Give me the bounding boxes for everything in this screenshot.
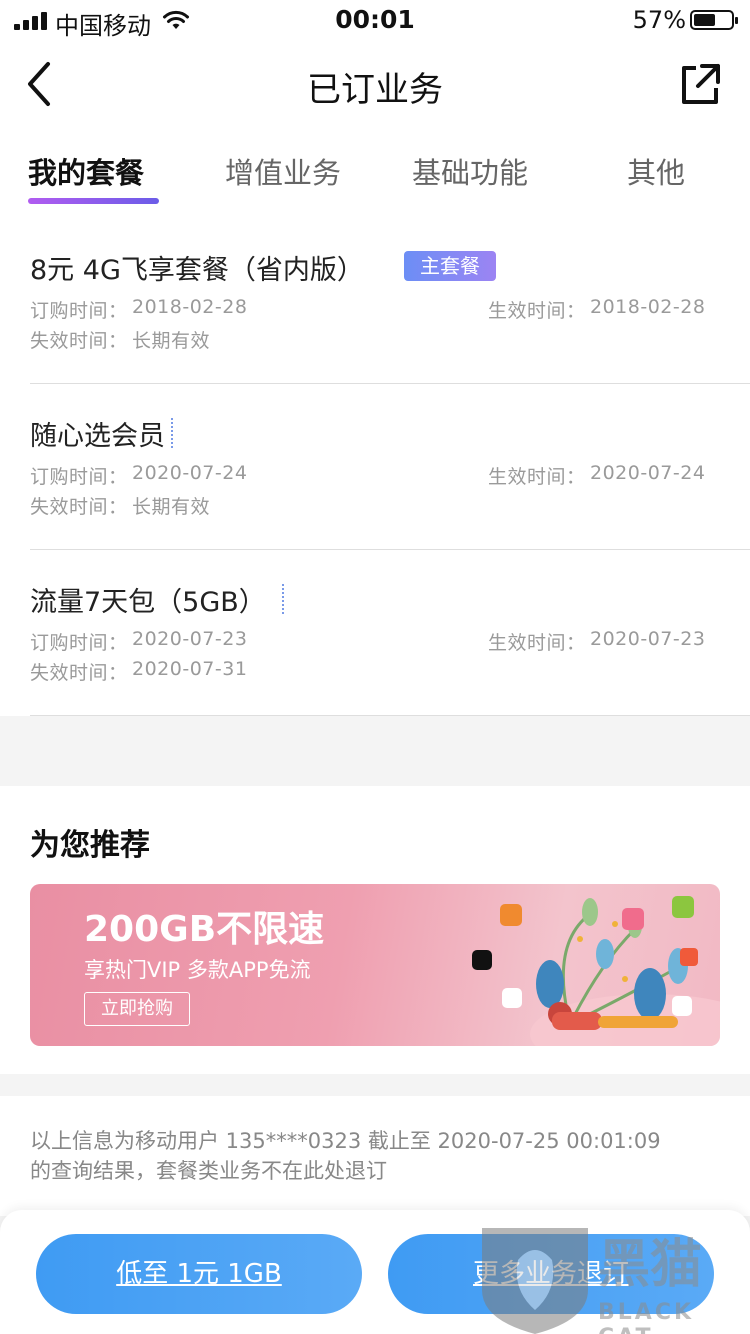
tab-other[interactable]: 其他	[627, 150, 685, 192]
battery-icon	[690, 10, 738, 30]
effective-label: 生效时间：	[488, 632, 586, 654]
expire-date: 2020-07-31	[132, 658, 248, 680]
subscription-list: 8元 4G飞享套餐（省内版） 主套餐 订购时间： 2018-02-28 生效时间…	[0, 218, 750, 716]
expire-label: 失效时间：	[30, 662, 128, 684]
buy-now-button[interactable]: 立即抢购	[84, 992, 190, 1026]
recommend-section: 为您推荐 200GB不限速 享热门VIP 多款APP免流 立即抢购	[0, 786, 750, 1074]
text-cursor	[171, 418, 173, 448]
item-name: 流量7天包（5GB）	[30, 587, 266, 618]
battery-percent: 57%	[632, 6, 686, 34]
effective-label: 生效时间：	[488, 466, 586, 488]
effective-date: 2020-07-23	[590, 628, 706, 650]
promo-banner[interactable]: 200GB不限速 享热门VIP 多款APP免流 立即抢购	[30, 884, 720, 1046]
watermark-subtext: BLACK CAT	[598, 1300, 695, 1334]
query-note-section: 以上信息为移动用户 135****0323 截止至 2020-07-25 00:…	[0, 1096, 750, 1216]
page-title: 已订业务	[307, 70, 443, 110]
effective-label: 生效时间：	[488, 300, 586, 322]
recommend-title: 为您推荐	[30, 828, 150, 863]
list-item[interactable]: 流量7天包（5GB） 订购时间： 2020-07-23 生效时间： 2020-0…	[30, 550, 750, 716]
watermark-text: 黑猫	[598, 1235, 703, 1295]
item-name: 8元 4G飞享套餐（省内版）	[30, 255, 364, 286]
banner-illustration	[472, 896, 720, 1046]
order-label: 订购时间：	[30, 466, 128, 488]
expire-date: 长期有效	[132, 496, 211, 518]
banner-headline: 200GB不限速	[84, 909, 325, 950]
status-bar: 中国移动 00:01 57%	[0, 0, 750, 40]
tab-basic-functions[interactable]: 基础功能	[412, 150, 528, 192]
order-date: 2018-02-28	[132, 296, 248, 318]
list-item[interactable]: 随心选会员 订购时间： 2020-07-24 生效时间： 2020-07-24 …	[30, 384, 750, 550]
effective-date: 2018-02-28	[590, 296, 706, 318]
query-note: 以上信息为移动用户 135****0323 截止至 2020-07-25 00:…	[30, 1129, 661, 1183]
cheap-data-button[interactable]: 低至 1元 1GB	[36, 1234, 362, 1314]
expire-label: 失效时间：	[30, 496, 128, 518]
main-plan-badge: 主套餐	[404, 251, 496, 281]
order-date: 2020-07-24	[132, 462, 248, 484]
expire-date: 长期有效	[132, 330, 211, 352]
tab-value-added[interactable]: 增值业务	[225, 150, 341, 192]
effective-date: 2020-07-24	[590, 462, 706, 484]
banner-subline: 享热门VIP 多款APP免流	[84, 958, 311, 982]
active-tab-indicator	[28, 198, 159, 204]
tab-my-plan[interactable]: 我的套餐	[28, 150, 144, 192]
order-date: 2020-07-23	[132, 628, 248, 650]
order-label: 订购时间：	[30, 300, 128, 322]
share-icon[interactable]	[680, 62, 720, 106]
order-label: 订购时间：	[30, 632, 128, 654]
text-cursor	[282, 584, 284, 614]
list-item[interactable]: 8元 4G飞享套餐（省内版） 主套餐 订购时间： 2018-02-28 生效时间…	[30, 218, 750, 384]
expire-label: 失效时间：	[30, 330, 128, 352]
item-name: 随心选会员	[30, 421, 165, 452]
